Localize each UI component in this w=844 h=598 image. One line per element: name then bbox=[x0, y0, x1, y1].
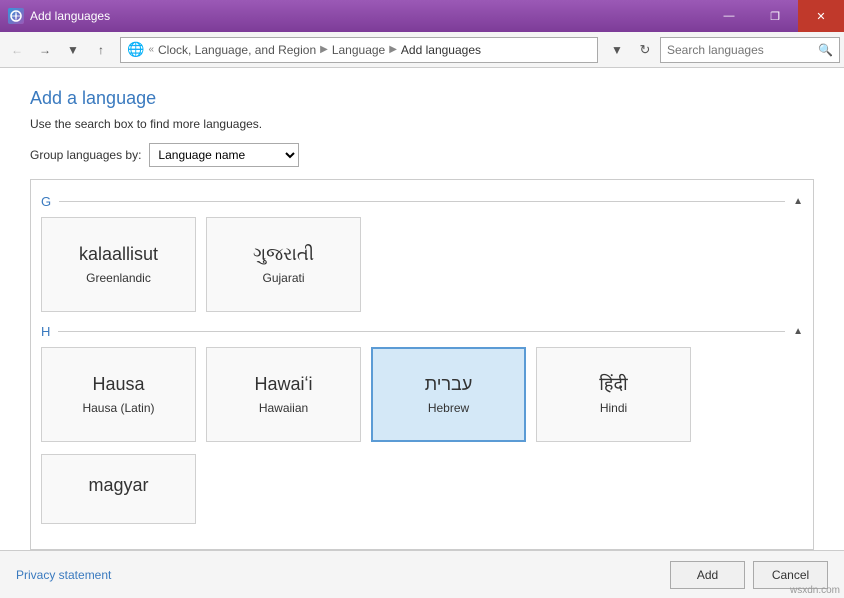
refresh-button[interactable]: ↻ bbox=[632, 37, 658, 63]
section-letter-h: H bbox=[41, 324, 50, 339]
lang-name-hebrew: Hebrew bbox=[428, 401, 469, 415]
language-list: G ▲ kalaallisut Greenlandic ગુજરાતી Guja… bbox=[30, 179, 814, 550]
dropdown-arrow-button[interactable]: ▼ bbox=[604, 37, 630, 63]
lang-card-hungarian[interactable]: magyar bbox=[41, 454, 196, 524]
subtitle: Use the search box to find more language… bbox=[30, 117, 814, 131]
privacy-link[interactable]: Privacy statement bbox=[16, 568, 111, 582]
lang-native-hawaiian: Hawaiʻi bbox=[254, 374, 312, 396]
lang-list-inner: G ▲ kalaallisut Greenlandic ગુજરાતી Guja… bbox=[31, 180, 813, 524]
lang-name-hindi: Hindi bbox=[600, 401, 627, 415]
lang-card-hawaiian[interactable]: Hawaiʻi Hawaiian bbox=[206, 347, 361, 442]
up-button[interactable]: ↑ bbox=[88, 37, 114, 63]
section-collapse-h[interactable]: ▲ bbox=[793, 326, 803, 337]
page-title: Add a language bbox=[30, 88, 814, 109]
titlebar: Add languages — ❐ ✕ bbox=[0, 0, 844, 32]
lang-name-greenlandic: Greenlandic bbox=[86, 271, 151, 285]
group-label: Group languages by: bbox=[30, 148, 141, 162]
breadcrumb-sep3: ▶ bbox=[389, 44, 397, 55]
lang-native-greenlandic: kalaallisut bbox=[79, 244, 158, 266]
section-line-h bbox=[58, 331, 785, 332]
breadcrumb-sep2: ▶ bbox=[320, 44, 328, 55]
close-button[interactable]: ✕ bbox=[798, 0, 844, 32]
group-row: Group languages by: Language name Script… bbox=[30, 143, 814, 167]
section-h-grid: Hausa Hausa (Latin) Hawaiʻi Hawaiian עבר… bbox=[41, 347, 803, 442]
lang-card-hindi[interactable]: हिंदी Hindi bbox=[536, 347, 691, 442]
breadcrumb-sep1: « bbox=[148, 44, 154, 55]
section-h2-grid: magyar bbox=[41, 454, 803, 524]
breadcrumb-icon: 🌐 bbox=[127, 41, 144, 58]
section-letter-g: G bbox=[41, 194, 51, 209]
lang-name-hausa: Hausa (Latin) bbox=[82, 401, 154, 415]
search-box: 🔍 bbox=[660, 37, 840, 63]
search-icon[interactable]: 🔍 bbox=[818, 43, 833, 57]
breadcrumb-part-1[interactable]: Clock, Language, and Region bbox=[158, 43, 316, 57]
lang-name-gujarati: Gujarati bbox=[262, 271, 304, 285]
breadcrumb-part-2[interactable]: Language bbox=[332, 43, 385, 57]
add-button[interactable]: Add bbox=[670, 561, 745, 589]
app-icon bbox=[8, 8, 24, 24]
lang-native-hungarian: magyar bbox=[88, 475, 148, 497]
lang-native-gujarati: ગુજરાતી bbox=[253, 244, 314, 266]
lang-native-hindi: हिंदी bbox=[599, 374, 627, 396]
minimize-button[interactable]: — bbox=[706, 0, 752, 32]
search-input[interactable] bbox=[667, 43, 814, 57]
main-content: Add a language Use the search box to fin… bbox=[0, 68, 844, 550]
lang-card-gujarati[interactable]: ગુજરાતી Gujarati bbox=[206, 217, 361, 312]
breadcrumb-part-3[interactable]: Add languages bbox=[401, 43, 481, 57]
lang-card-hausa[interactable]: Hausa Hausa (Latin) bbox=[41, 347, 196, 442]
group-select[interactable]: Language name Script Region bbox=[149, 143, 299, 167]
titlebar-controls: — ❐ ✕ bbox=[706, 0, 844, 32]
window-title: Add languages bbox=[30, 9, 110, 23]
section-g-grid: kalaallisut Greenlandic ગુજરાતી Gujarati bbox=[41, 217, 803, 312]
breadcrumb: 🌐 « Clock, Language, and Region ▶ Langua… bbox=[120, 37, 598, 63]
lang-native-hebrew: עברית bbox=[425, 374, 473, 396]
back-button[interactable]: ← bbox=[4, 37, 30, 63]
lang-card-hebrew[interactable]: עברית Hebrew bbox=[371, 347, 526, 442]
bottom-bar: Privacy statement Add Cancel bbox=[0, 550, 844, 598]
addressbar: ← → ▼ ↑ 🌐 « Clock, Language, and Region … bbox=[0, 32, 844, 68]
lang-name-hawaiian: Hawaiian bbox=[259, 401, 308, 415]
section-header-g: G ▲ bbox=[41, 194, 803, 209]
section-header-h: H ▲ bbox=[41, 324, 803, 339]
lang-native-hausa: Hausa bbox=[92, 374, 144, 396]
titlebar-left: Add languages bbox=[8, 8, 110, 24]
forward-button[interactable]: → bbox=[32, 37, 58, 63]
dropdown-button[interactable]: ▼ bbox=[60, 37, 86, 63]
section-line-g bbox=[59, 201, 785, 202]
section-collapse-g[interactable]: ▲ bbox=[793, 196, 803, 207]
lang-card-greenlandic[interactable]: kalaallisut Greenlandic bbox=[41, 217, 196, 312]
maximize-button[interactable]: ❐ bbox=[752, 0, 798, 32]
watermark: wsxdn.com bbox=[790, 585, 840, 596]
